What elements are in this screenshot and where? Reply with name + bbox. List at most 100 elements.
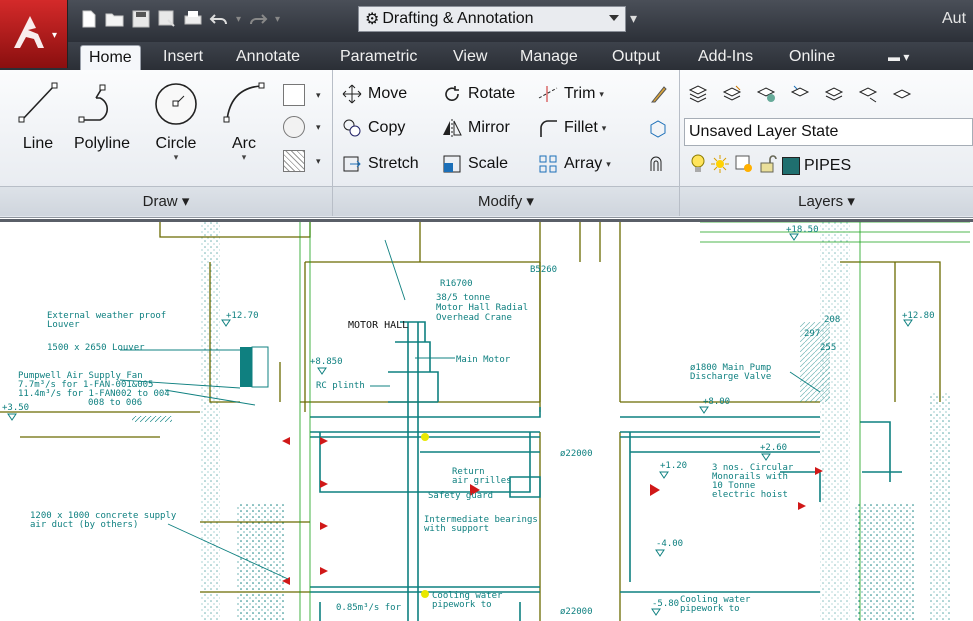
- freeze-layer-icon[interactable]: [890, 83, 914, 105]
- save-as-icon[interactable]: [156, 8, 178, 30]
- open-file-icon[interactable]: [104, 8, 126, 30]
- new-file-icon[interactable]: [78, 8, 100, 30]
- undo-icon[interactable]: [208, 8, 230, 30]
- customize-qat-icon[interactable]: ▾: [630, 10, 637, 27]
- arc-icon: [223, 82, 265, 123]
- svg-text:Cooling waterpipework to: Cooling water pipework to: [680, 595, 751, 614]
- label-dim-297: 297: [804, 329, 820, 339]
- explode-button[interactable]: [646, 114, 674, 142]
- title-bar: ▾ ▾ ⚙ Drafting & Annotation ▾ Aut: [0, 0, 973, 42]
- mirror-button[interactable]: Mirror: [440, 114, 510, 142]
- make-current-icon[interactable]: [720, 83, 744, 105]
- line-button[interactable]: Line: [14, 76, 62, 153]
- chevron-down-icon[interactable]: ▾: [606, 159, 611, 170]
- layers-panel-title[interactable]: Layers ▾: [680, 186, 973, 216]
- trim-button[interactable]: Trim ▾: [536, 80, 604, 108]
- label-main-motor: Main Motor: [456, 355, 511, 365]
- previous-layer-icon[interactable]: [788, 83, 812, 105]
- move-label: Move: [368, 85, 408, 102]
- scale-icon: [440, 153, 464, 175]
- tab-home[interactable]: Home: [80, 45, 141, 70]
- mirror-icon: [440, 117, 464, 139]
- svg-text:Cooling waterpipework to: Cooling water pipework to: [432, 591, 503, 610]
- cad-drawing[interactable]: R16700 B5260 38/5 tonne Motor Hall Radial…: [0, 222, 973, 621]
- viewport-freeze-icon[interactable]: [734, 154, 754, 179]
- fillet-button[interactable]: Fillet ▾: [536, 114, 606, 142]
- label-elev-400: -4.00: [656, 539, 683, 549]
- chevron-down-icon: ▾: [52, 30, 58, 41]
- unlock-icon[interactable]: [758, 154, 778, 179]
- match-layer-icon[interactable]: [754, 83, 778, 105]
- redo-dropdown-icon[interactable]: ▾: [275, 14, 280, 25]
- label-elev-1270: +12.70: [226, 311, 259, 321]
- hatch-icon[interactable]: [283, 116, 305, 138]
- save-icon[interactable]: [130, 8, 152, 30]
- tab-view[interactable]: View: [445, 45, 495, 70]
- gradient-hatch-icon[interactable]: [283, 150, 305, 172]
- tab-annotate[interactable]: Annotate: [228, 45, 308, 70]
- chevron-down-icon[interactable]: ▾: [316, 90, 321, 101]
- tab-insert[interactable]: Insert: [155, 45, 211, 70]
- move-button[interactable]: Move: [340, 80, 407, 108]
- scale-button[interactable]: Scale: [440, 150, 508, 178]
- copy-icon: [340, 117, 364, 139]
- window-title: Aut: [942, 10, 967, 27]
- ground-hatch: [132, 416, 172, 422]
- chevron-down-icon[interactable]: ▾: [599, 89, 604, 100]
- svg-text:3 nos. CircularMonorails with1: 3 nos. Circular Monorails with 10 Tonne ele…: [712, 463, 794, 500]
- unisolate-layer-icon[interactable]: [856, 83, 880, 105]
- layer-properties-icon[interactable]: [686, 83, 710, 105]
- redo-icon[interactable]: [247, 8, 269, 30]
- polyline-button[interactable]: Polyline: [66, 76, 138, 153]
- stretch-button[interactable]: Stretch: [340, 150, 419, 178]
- wall-hatch: [930, 392, 950, 621]
- tab-online[interactable]: Online: [781, 45, 843, 70]
- explode-icon: [646, 117, 670, 139]
- chevron-down-icon: [609, 15, 619, 21]
- chevron-down-icon[interactable]: ▾: [316, 156, 321, 167]
- label-elev-120: +1.20: [660, 461, 687, 471]
- isolate-layer-icon[interactable]: [822, 83, 846, 105]
- undo-dropdown-icon[interactable]: ▾: [236, 14, 241, 25]
- tab-manage[interactable]: Manage: [512, 45, 586, 70]
- eraser-icon: [646, 83, 670, 105]
- layer-dropdown[interactable]: PIPES: [690, 152, 851, 180]
- array-button[interactable]: Array ▾: [536, 150, 611, 178]
- tab-overflow-button[interactable]: ▬ ▾: [880, 45, 917, 70]
- arc-button[interactable]: Arc ▾: [218, 76, 270, 162]
- chevron-down-icon[interactable]: ▾: [218, 153, 270, 162]
- drawing-canvas[interactable]: R16700 B5260 38/5 tonne Motor Hall Radial…: [0, 219, 973, 621]
- rectangle-icon[interactable]: [283, 84, 305, 106]
- rotate-icon: [440, 83, 464, 105]
- chevron-down-icon[interactable]: ▾: [602, 123, 607, 134]
- application-menu-button[interactable]: ▾: [0, 0, 68, 68]
- line-label: Line: [22, 135, 54, 152]
- lightbulb-icon[interactable]: [690, 154, 706, 179]
- polyline-label: Polyline: [73, 135, 131, 152]
- autocad-logo-icon: [14, 16, 44, 48]
- draw-panel-label: Draw: [142, 193, 178, 210]
- erase-button[interactable]: [646, 80, 674, 108]
- chevron-down-icon[interactable]: ▾: [316, 122, 321, 133]
- workspace-switcher[interactable]: ⚙ Drafting & Annotation: [358, 6, 626, 32]
- tab-parametric[interactable]: Parametric: [332, 45, 425, 70]
- label-dim-208: 208: [824, 315, 840, 325]
- layer-state-dropdown[interactable]: Unsaved Layer State: [684, 118, 973, 146]
- label-motor-hall: MOTOR HALL: [348, 320, 408, 331]
- label-r16700: R16700: [440, 279, 473, 289]
- modify-panel-title[interactable]: Modify ▾: [333, 186, 679, 216]
- yellow-marker: [421, 590, 429, 598]
- layer-color-swatch: [782, 157, 800, 175]
- chevron-down-icon[interactable]: ▾: [148, 153, 204, 162]
- tab-output[interactable]: Output: [604, 45, 668, 70]
- copy-button[interactable]: Copy: [340, 114, 405, 142]
- plot-icon[interactable]: [182, 8, 204, 30]
- sun-icon[interactable]: [710, 154, 730, 179]
- tab-add-ins[interactable]: Add-Ins: [690, 45, 761, 70]
- rotate-button[interactable]: Rotate: [440, 80, 515, 108]
- draw-panel-title[interactable]: Draw ▾: [0, 186, 332, 216]
- offset-button[interactable]: [646, 150, 674, 178]
- fillet-icon: [536, 117, 560, 139]
- circle-button[interactable]: Circle ▾: [148, 76, 204, 162]
- layers-panel-label: Layers: [798, 193, 844, 210]
